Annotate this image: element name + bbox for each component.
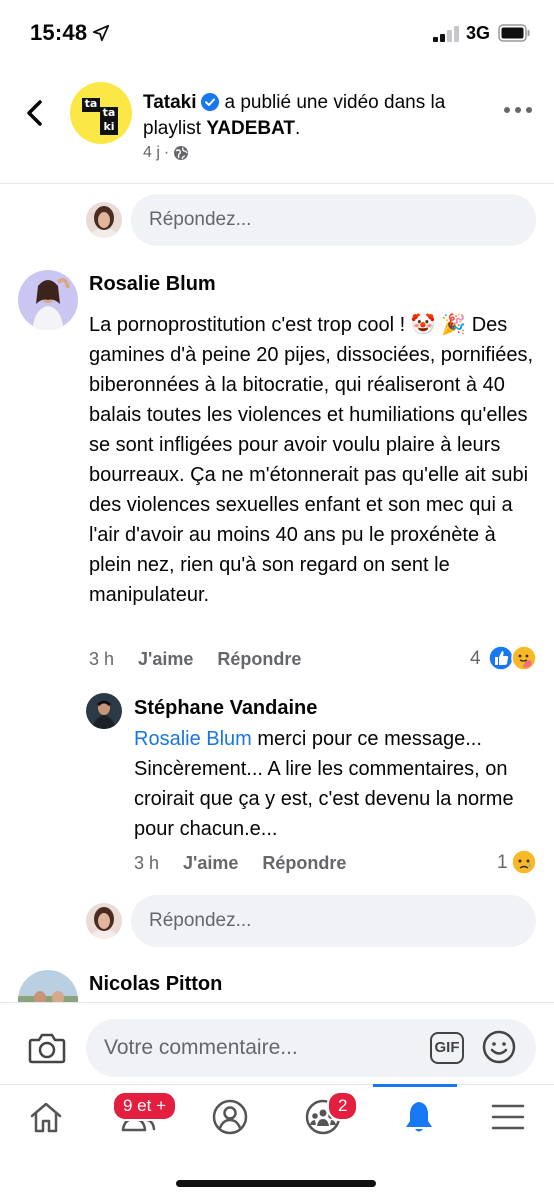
reply-button[interactable]: Répondre	[262, 853, 346, 874]
menu-icon	[491, 1104, 525, 1130]
friends-badge: 9 et +	[112, 1091, 178, 1121]
comment-actions: 3 h J'aime Répondre	[134, 853, 346, 874]
emoji-icon[interactable]	[482, 1030, 516, 1064]
battery-icon	[498, 24, 530, 42]
comment-composer: Votre commentaire... GIF	[0, 1002, 554, 1084]
logo-tile: ki	[100, 121, 118, 135]
comment-text: Rosalie Blum merci pour ce message... Si…	[134, 724, 536, 844]
verified-badge-icon	[200, 93, 219, 111]
reply-placeholder: Répondez...	[149, 910, 252, 931]
back-arrow-icon[interactable]	[22, 98, 48, 128]
tab-menu[interactable]	[462, 1085, 554, 1151]
location-arrow-icon	[92, 24, 110, 42]
post-time[interactable]: 4 j	[143, 144, 160, 162]
comment-time[interactable]: 3 h	[134, 853, 159, 874]
home-indicator	[176, 1180, 376, 1187]
reply-placeholder: Répondez...	[149, 209, 252, 230]
comment-input[interactable]: Votre commentaire... GIF	[86, 1019, 536, 1077]
signal-icon	[433, 26, 459, 42]
like-button[interactable]: J'aime	[138, 649, 193, 670]
like-button[interactable]: J'aime	[183, 853, 238, 874]
gif-button[interactable]: GIF	[430, 1032, 464, 1064]
post-title: Tataki a publié une vidéo dans la playlis…	[143, 90, 483, 142]
page-name[interactable]: Tataki	[143, 92, 197, 113]
my-avatar	[86, 903, 122, 939]
logo-tile: ta	[82, 98, 100, 112]
period: .	[295, 118, 301, 139]
post-header: ta ta ki Tataki a publié une vidéo dans l…	[0, 70, 554, 184]
network-type: 3G	[466, 23, 491, 43]
tab-groups[interactable]: 2	[277, 1085, 369, 1151]
sad-icon	[511, 849, 537, 875]
reaction-count: 4	[470, 648, 481, 669]
reaction-count: 1	[497, 852, 508, 873]
comment-placeholder: Votre commentaire...	[104, 1036, 298, 1059]
tab-home[interactable]	[0, 1085, 92, 1151]
my-avatar	[86, 202, 122, 238]
comment-text: La pornoprostitution c'est trop cool ! 🤡…	[89, 314, 534, 606]
reply-input[interactable]: Répondez...	[131, 895, 536, 947]
comment-time[interactable]: 3 h	[89, 649, 114, 670]
tab-profile[interactable]	[184, 1085, 276, 1151]
comment-actions: 3 h J'aime Répondre	[89, 649, 301, 670]
profile-icon	[212, 1099, 248, 1135]
commenter-avatar[interactable]	[86, 693, 122, 729]
page-avatar[interactable]: ta ta ki	[70, 82, 132, 144]
groups-badge: 2	[327, 1091, 359, 1121]
commenter-avatar[interactable]	[18, 270, 78, 330]
status-bar: 15:48 3G	[0, 0, 554, 70]
tab-notifications[interactable]	[373, 1084, 465, 1151]
home-icon	[30, 1102, 62, 1133]
care-icon	[511, 645, 537, 671]
playlist-name[interactable]: YADEBAT	[206, 118, 295, 139]
comment-author[interactable]: Nicolas Pitton	[89, 973, 222, 996]
camera-icon[interactable]	[28, 1031, 66, 1065]
reply-composer: Répondez...	[0, 895, 554, 949]
reply-composer: Répondez...	[0, 194, 554, 248]
post-meta: 4 j ·	[143, 144, 189, 162]
comment-author[interactable]: Rosalie Blum	[89, 273, 216, 296]
meta-dot: ·	[163, 144, 170, 161]
reaction-summary[interactable]: 4	[470, 648, 481, 670]
reply-input[interactable]: Répondez...	[131, 194, 536, 246]
globe-icon	[174, 146, 189, 160]
status-time: 15:48	[30, 20, 88, 45]
reaction-summary[interactable]: 1	[497, 852, 508, 874]
reply-button[interactable]: Répondre	[217, 649, 301, 670]
comment-author[interactable]: Stéphane Vandaine	[134, 697, 317, 720]
tab-friends[interactable]: 9 et +	[92, 1085, 184, 1151]
logo-tile: ta	[100, 107, 118, 121]
more-options-icon[interactable]	[503, 104, 533, 116]
bell-icon	[406, 1102, 432, 1132]
mention-link[interactable]: Rosalie Blum	[134, 728, 252, 750]
